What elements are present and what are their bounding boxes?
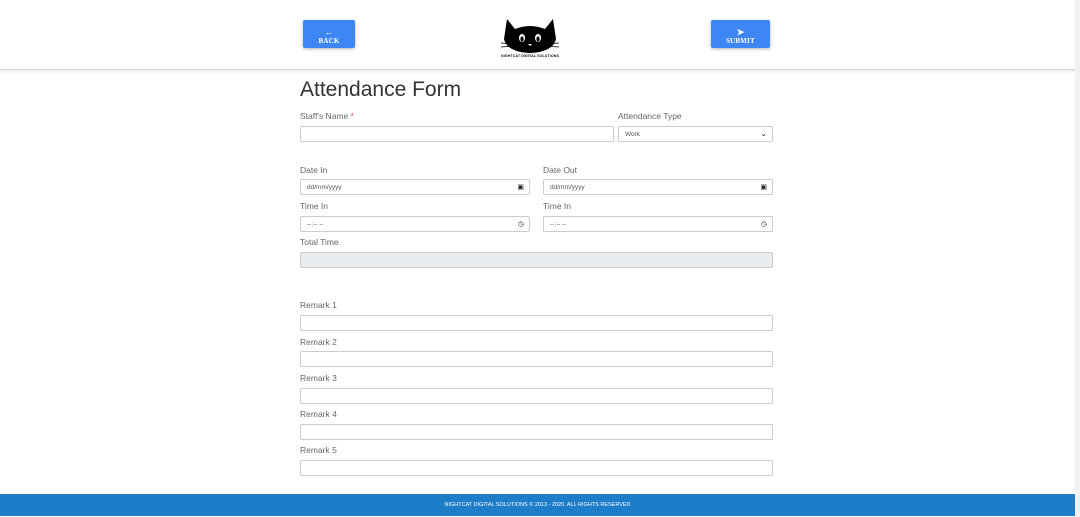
required-mark: * bbox=[350, 111, 354, 121]
page-scrollbar[interactable] bbox=[1075, 0, 1080, 517]
time-in-label: Time In bbox=[300, 201, 329, 211]
top-header: ← BACK NIGHTCAT DIGITAL SOLUTIONS ➤ SUBM… bbox=[0, 0, 1075, 70]
date-out-input[interactable]: dd/mm/yyyy ▣ bbox=[543, 179, 773, 195]
back-button[interactable]: ← BACK bbox=[303, 20, 355, 48]
remark-5-label: Remark 5 bbox=[300, 445, 337, 455]
attendance-type-label: Attendance Type bbox=[618, 111, 682, 121]
remark-3-label: Remark 3 bbox=[300, 373, 337, 383]
calendar-icon: ▣ bbox=[760, 184, 767, 191]
time-in-input[interactable]: --:-- -- ◷ bbox=[300, 216, 530, 232]
chevron-down-icon: ⌄ bbox=[760, 129, 767, 138]
attendance-type-select[interactable]: Work ⌄ bbox=[618, 126, 773, 142]
copyright-text: NIGHTCAT DIGITAL SOLUTIONS © 2013 - 2020… bbox=[444, 502, 631, 508]
total-time-label: Total Time bbox=[300, 237, 339, 247]
time-out-label: Time In bbox=[543, 201, 572, 211]
submit-button[interactable]: ➤ SUBMIT bbox=[711, 20, 770, 48]
staff-name-label: Staff's Name * bbox=[300, 111, 354, 121]
page-title: Attendance Form bbox=[300, 78, 462, 101]
remark-4-label: Remark 4 bbox=[300, 409, 337, 419]
remark-4-input[interactable] bbox=[300, 424, 773, 440]
logo: NIGHTCAT DIGITAL SOLUTIONS bbox=[499, 14, 561, 62]
remark-2-label: Remark 2 bbox=[300, 337, 337, 347]
clock-icon: ◷ bbox=[517, 221, 524, 228]
footer: NIGHTCAT DIGITAL SOLUTIONS © 2013 - 2020… bbox=[0, 494, 1075, 516]
date-in-label: Date In bbox=[300, 165, 328, 175]
cat-logo-icon bbox=[501, 19, 559, 53]
staff-name-input[interactable] bbox=[300, 126, 614, 142]
remark-3-input[interactable] bbox=[300, 388, 773, 404]
total-time-field bbox=[300, 252, 773, 268]
clock-icon: ◷ bbox=[760, 221, 767, 228]
remark-5-input[interactable] bbox=[300, 460, 773, 476]
logo-text: NIGHTCAT DIGITAL SOLUTIONS bbox=[501, 54, 559, 58]
paper-plane-icon: ➤ bbox=[736, 27, 745, 37]
remark-1-input[interactable] bbox=[300, 315, 773, 331]
arrow-left-icon: ← bbox=[324, 27, 334, 37]
remark-1-label: Remark 1 bbox=[300, 300, 337, 310]
date-in-input[interactable]: dd/mm/yyyy ▣ bbox=[300, 179, 530, 195]
calendar-icon: ▣ bbox=[517, 184, 524, 191]
time-out-input[interactable]: --:-- -- ◷ bbox=[543, 216, 773, 232]
remark-2-input[interactable] bbox=[300, 351, 773, 367]
date-out-label: Date Out bbox=[543, 165, 578, 175]
